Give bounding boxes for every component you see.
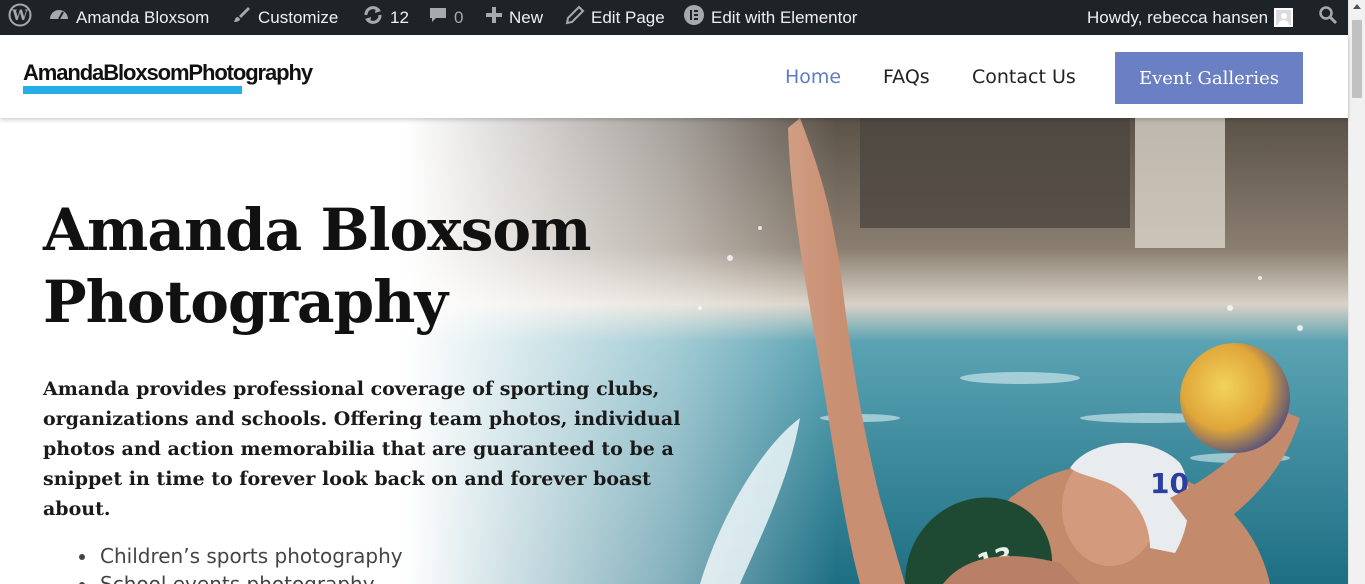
- customize-label: Customize: [258, 7, 339, 27]
- pencil-icon: [565, 5, 585, 30]
- wordpress-logo-icon: W: [8, 3, 32, 32]
- event-galleries-button[interactable]: Event Galleries: [1115, 52, 1303, 104]
- comments-count: 0: [454, 7, 464, 27]
- updates-count: 12: [390, 7, 409, 27]
- logo-text: AmandaBloxsomPhotography: [23, 60, 313, 85]
- edit-page-link[interactable]: Edit Page: [565, 0, 665, 35]
- nav-contact-us[interactable]: Contact Us: [972, 35, 1076, 118]
- edit-elementor-link[interactable]: Edit with Elementor: [683, 0, 857, 35]
- wordpress-menu[interactable]: W: [8, 0, 32, 35]
- scroll-thumb[interactable]: [1352, 20, 1362, 98]
- search-icon: [1318, 5, 1338, 30]
- avatar: [1274, 8, 1294, 27]
- hero-title: Amanda Bloxsom Photography: [43, 196, 591, 336]
- admin-bar: W Amanda Bloxsom Customize 12 0 New Edit…: [0, 0, 1348, 35]
- edit-page-label: Edit Page: [591, 7, 665, 27]
- list-item: School events photography: [98, 570, 403, 584]
- updates-link[interactable]: 12: [362, 0, 409, 35]
- new-label: New: [509, 7, 544, 27]
- admin-search-button[interactable]: [1318, 0, 1338, 35]
- edit-elementor-label: Edit with Elementor: [711, 7, 858, 27]
- comments-link[interactable]: 0: [428, 0, 463, 35]
- site-name-label: Amanda Bloxsom: [76, 7, 210, 27]
- services-list: Children’s sports photography School eve…: [98, 542, 403, 584]
- plus-icon: [485, 6, 503, 29]
- dashboard-icon: [48, 4, 70, 31]
- site-logo[interactable]: AmandaBloxsomPhotography: [23, 60, 313, 94]
- list-item: Children’s sports photography: [98, 542, 403, 570]
- site-name-menu[interactable]: Amanda Bloxsom: [48, 0, 209, 35]
- comment-bubble-icon: [428, 5, 448, 30]
- site-header: AmandaBloxsomPhotography Home FAQs Conta…: [0, 35, 1348, 118]
- page-scrollbar[interactable]: [1348, 0, 1365, 584]
- account-menu[interactable]: Howdy, rebecca hansen: [1087, 0, 1294, 35]
- scroll-up-arrow-icon[interactable]: [1353, 4, 1361, 9]
- new-content-menu[interactable]: New: [485, 0, 543, 35]
- paintbrush-icon: [232, 5, 252, 30]
- hero-description: Amanda provides professional coverage of…: [43, 378, 681, 520]
- howdy-label: Howdy, rebecca hansen: [1087, 7, 1269, 27]
- nav-home[interactable]: Home: [785, 35, 841, 118]
- svg-text:W: W: [11, 8, 28, 24]
- customize-link[interactable]: Customize: [232, 0, 338, 35]
- logo-underline: [23, 86, 242, 94]
- refresh-icon: [362, 4, 384, 31]
- nav-faqs[interactable]: FAQs: [883, 35, 930, 118]
- elementor-icon: [683, 4, 705, 31]
- hero-section: 10 13 Amanda Bloxsom Photography Amanda …: [0, 118, 1348, 584]
